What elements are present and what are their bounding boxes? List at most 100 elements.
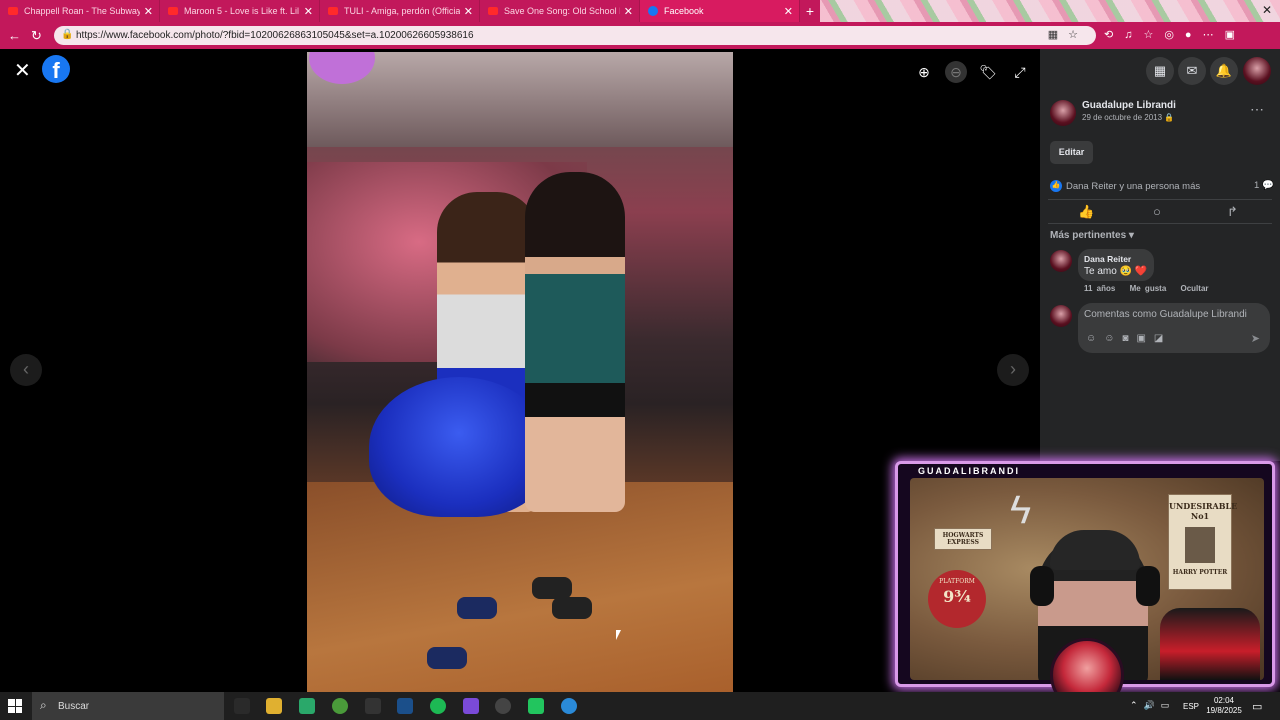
author-avatar[interactable]: [1050, 100, 1076, 126]
gaming-chair: [1160, 608, 1260, 680]
party-photo: [307, 52, 733, 692]
tab-maroon5[interactable]: Maroon 5 - Love is Like ft. Lil Way ✕: [160, 0, 320, 22]
xbox-icon[interactable]: [332, 698, 348, 714]
zoom-in-icon[interactable]: ⊕: [913, 61, 935, 83]
tab-tuli[interactable]: TULI - Amiga, perdón (Official Vi ✕: [320, 0, 480, 22]
facebook-icon: [648, 6, 658, 16]
discord-icon[interactable]: [463, 698, 479, 714]
platform-sign: PLATFORM 9¾: [928, 570, 986, 628]
language-indicator[interactable]: ESP: [1183, 702, 1199, 711]
reactions-summary[interactable]: 👍 Dana Reiter y una persona más: [1050, 180, 1200, 192]
bell-icon[interactable]: 🔔: [1210, 57, 1238, 85]
lock-icon: 🔒: [61, 29, 74, 40]
previous-photo-arrow-icon[interactable]: ‹: [10, 354, 42, 386]
clock-time: 02:04: [1213, 696, 1235, 705]
obs-icon[interactable]: [495, 698, 511, 714]
taskbar-search[interactable]: ⌕ Buscar: [32, 692, 224, 720]
comment-input-placeholder[interactable]: Comentas como Guadalupe Librandi: [1084, 309, 1247, 320]
close-tab-icon[interactable]: ✕: [464, 5, 473, 18]
comment-composer[interactable]: Comentas como Guadalupe Librandi ☺☺◙▣◪ ➤: [1078, 303, 1270, 353]
file-explorer-icon[interactable]: [266, 698, 282, 714]
profile-avatar[interactable]: [1243, 57, 1271, 85]
comment-action-icon[interactable]: ○: [1153, 204, 1161, 219]
poster-name: HARRY POTTER: [1172, 569, 1228, 576]
comment-age[interactable]: 11 años: [1084, 284, 1115, 293]
sneaker: [427, 647, 467, 669]
refresh-icon[interactable]: ↻: [31, 28, 42, 44]
zoom-out-icon[interactable]: ⊖: [945, 61, 967, 83]
edit-button[interactable]: Editar: [1050, 141, 1093, 164]
next-photo-arrow-icon[interactable]: ›: [997, 354, 1029, 386]
tab-save-one-song[interactable]: Save One Song: Old School Editi ✕: [480, 0, 640, 22]
steam-icon[interactable]: [397, 698, 413, 714]
messenger-icon[interactable]: ✉: [1178, 57, 1206, 85]
comment-text: Te amo 🥹 ❤️: [1084, 266, 1148, 277]
streamer-cap: [1050, 530, 1140, 570]
youtube-icon: [8, 7, 18, 15]
chevron-down-icon: ▾: [1128, 230, 1134, 241]
task-view-icon[interactable]: [234, 698, 250, 714]
tag-icon[interactable]: 🏷: [977, 61, 999, 83]
sneaker: [552, 597, 592, 619]
reactions-text: Dana Reiter y una persona más: [1066, 180, 1201, 192]
share-action-icon[interactable]: ↱: [1227, 204, 1238, 220]
channel-name: GUADALIBRANDI: [918, 466, 1020, 476]
divider: [1048, 223, 1272, 224]
edge-icon[interactable]: [561, 698, 577, 714]
poster-title: UNDESIRABLE No1: [1169, 501, 1238, 521]
commenter-name[interactable]: Dana Reiter: [1084, 254, 1154, 264]
comment-hide-link[interactable]: Ocultar: [1181, 284, 1209, 293]
girl-in-tie: [525, 172, 625, 512]
comment-like-link[interactable]: Me gusta: [1130, 284, 1167, 293]
tab-title: Save One Song: Old School Editi: [504, 6, 620, 16]
comment-count[interactable]: 1 💬: [1254, 180, 1274, 191]
spotify-icon[interactable]: [430, 698, 446, 714]
close-icon[interactable]: ✕: [14, 58, 31, 83]
post-side-panel: ▦ ✉ 🔔 Guadalupe Librandi 29 de octubre d…: [1040, 49, 1280, 461]
like-action-icon[interactable]: 👍: [1078, 204, 1094, 220]
commenter-avatar[interactable]: [1050, 250, 1072, 272]
search-icon: ⌕: [40, 698, 47, 712]
youtube-icon: [168, 7, 178, 15]
fullscreen-icon[interactable]: ⤢: [1009, 61, 1031, 83]
send-icon[interactable]: ➤: [1251, 332, 1260, 345]
tab-chappell-roan[interactable]: Chappell Roan - The Subway (Of ✕: [0, 0, 160, 22]
wood-floor: [307, 482, 733, 692]
extension-icons[interactable]: ⟲♫☆◎●⋯▣: [1104, 28, 1246, 41]
author-name[interactable]: Guadalupe Librandi: [1082, 100, 1176, 111]
close-tab-icon[interactable]: ✕: [624, 5, 633, 18]
new-tab-button[interactable]: +: [800, 0, 820, 22]
tab-title: Chappell Roan - The Subway (Of: [24, 6, 140, 16]
comment-sort-dropdown[interactable]: Más pertinentes ▾: [1050, 230, 1134, 241]
hogwarts-express-sign: HOGWARTS EXPRESS: [934, 528, 992, 550]
my-avatar[interactable]: [1050, 305, 1072, 327]
close-tab-icon[interactable]: ✕: [784, 5, 793, 18]
windows-taskbar: ⌕ Buscar ⌃🔊▭ ESP 02:04 19/8/2025 ▭: [0, 692, 1280, 720]
close-tab-icon[interactable]: ✕: [144, 5, 153, 18]
more-options-icon[interactable]: ⋯: [1250, 101, 1264, 118]
comment-bubble: Dana Reiter Te amo 🥹 ❤️: [1078, 249, 1154, 281]
app-icon[interactable]: [299, 698, 315, 714]
notification-icon[interactable]: ▭: [1252, 700, 1262, 713]
back-icon[interactable]: ←: [8, 28, 21, 43]
apps-grid-icon[interactable]: ▦: [1146, 57, 1174, 85]
blue-tutu: [369, 377, 549, 517]
address-actions[interactable]: ▦☆: [1048, 28, 1088, 41]
post-date[interactable]: 29 de octubre de 2013 🔒: [1082, 113, 1174, 122]
poster-portrait: [1185, 527, 1215, 563]
system-tray-icons[interactable]: ⌃🔊▭: [1130, 700, 1175, 711]
wanted-poster: UNDESIRABLE No1 HARRY POTTER: [1168, 494, 1238, 590]
kick-icon[interactable]: [528, 698, 544, 714]
window-close-icon[interactable]: ✕: [1262, 3, 1272, 17]
clock[interactable]: 02:04 19/8/2025: [1200, 696, 1248, 716]
windows-start-icon[interactable]: [8, 699, 22, 713]
composer-tool-icons[interactable]: ☺☺◙▣◪: [1086, 333, 1171, 344]
comment-meta: 11 años Me gusta Ocultar: [1084, 284, 1219, 293]
facebook-logo-icon[interactable]: f: [42, 55, 70, 83]
clock-date: 19/8/2025: [1206, 706, 1242, 715]
tab-facebook[interactable]: Facebook ✕: [640, 0, 800, 22]
address-bar-row: ← ↻ 🔒 https://www.facebook.com/photo/?fb…: [0, 22, 1280, 49]
close-tab-icon[interactable]: ✕: [304, 5, 313, 18]
epic-games-icon[interactable]: [365, 698, 381, 714]
url-field[interactable]: 🔒 https://www.facebook.com/photo/?fbid=1…: [54, 26, 1096, 45]
